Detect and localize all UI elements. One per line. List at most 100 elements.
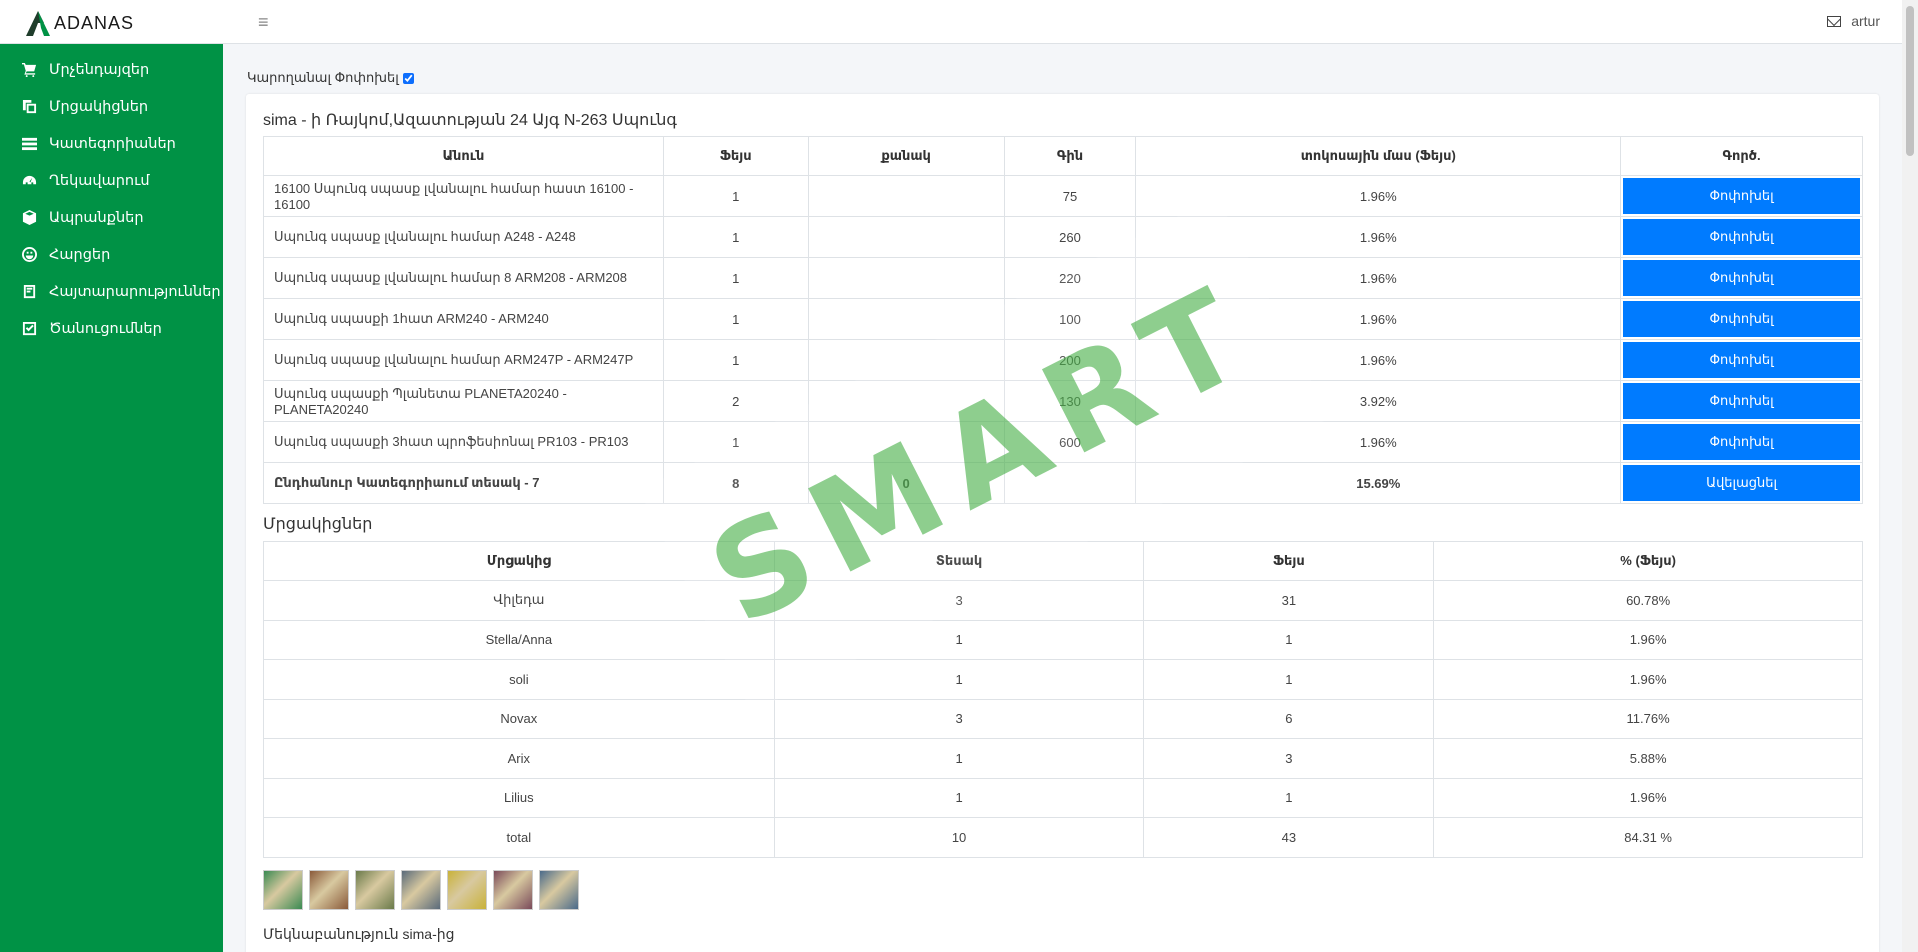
face-percent: 1.96% (1135, 298, 1622, 340)
face-percent: 1.96% (1135, 175, 1622, 217)
competitor-types: 1 (773, 659, 1145, 700)
scrollbar-thumb[interactable] (1906, 6, 1914, 156)
table-row: Սպունգ սպասքի 1հատ ARM240 - ARM240 1 100… (263, 298, 1863, 340)
store-title: sima - ի Ռայկոմ,Ազատության 24 Այգ N-263 … (263, 112, 677, 129)
price: 220 (1003, 257, 1137, 299)
price: 75 (1003, 175, 1137, 217)
quantity (807, 339, 1005, 381)
product-name: Սպունգ սպասք լվանալու համար A248 - A248 (263, 216, 664, 258)
photo-thumbnail[interactable] (263, 870, 303, 910)
competitor-percent: 5.88% (1433, 738, 1863, 779)
sidebar-item-label: Հարցեր (49, 246, 111, 263)
box-icon (22, 210, 37, 225)
competitor-name: Վիլեդա (263, 580, 775, 621)
sidebar-item-label: Ղեկավարում (49, 172, 150, 189)
price: 600 (1003, 421, 1137, 463)
photo-thumbnail[interactable] (401, 870, 441, 910)
face-count: 1 (662, 421, 809, 463)
edit-button[interactable]: Փոփոխել (1623, 383, 1860, 419)
competitor-name: Stella/Anna (263, 619, 775, 660)
competitor-face: 6 (1143, 698, 1435, 739)
face-percent: 1.96% (1135, 216, 1622, 258)
edit-button[interactable]: Փոփոխել (1623, 424, 1860, 460)
competitor-face: 31 (1143, 580, 1435, 621)
product-name: Սպունգ սպասք լվանալու համար ARM247P - AR… (263, 339, 664, 381)
sidebar-item-label: Ապրանքներ (49, 209, 144, 226)
total-price (1003, 462, 1137, 504)
sidebar-item-management[interactable]: Ղեկավարում (0, 162, 223, 199)
user-name[interactable]: artur (1851, 13, 1880, 29)
envelope-icon[interactable] (1827, 15, 1842, 27)
price: 200 (1003, 339, 1137, 381)
product-name: Սպունգ սպասքի 3հատ պրոֆեսիոնալ PR103 - P… (263, 421, 664, 463)
table-row: soli 1 1 1.96% (263, 659, 1863, 700)
column-header: Գին (1003, 136, 1137, 176)
quantity (807, 216, 1005, 258)
logo[interactable]: ADANAS (24, 8, 224, 38)
sidebar-item-questions[interactable]: Հարցեր (0, 236, 223, 273)
competitor-types: 3 (773, 698, 1145, 739)
add-button[interactable]: Ավելացնել (1623, 465, 1860, 501)
competitor-face: 43 (1143, 817, 1435, 858)
edit-toggle: Կարողանալ Փոփոխել (247, 70, 414, 86)
price: 130 (1003, 380, 1137, 422)
face-count: 1 (662, 257, 809, 299)
table-row: Novax 3 6 11.76% (263, 698, 1863, 739)
action-cell: Փոփոխել (1620, 380, 1863, 422)
logo-mark-icon (26, 11, 50, 36)
competitor-face: 1 (1143, 659, 1435, 700)
competitor-percent: 60.78% (1433, 580, 1863, 621)
sidebar-item-notifications[interactable]: Ծանուցումներ (0, 310, 223, 347)
face-percent: 1.96% (1135, 421, 1622, 463)
dashboard-icon (22, 173, 37, 188)
table-total-row: Ընդհանուր Կատեգորիաում տեսակ - 7 8 0 15.… (263, 462, 1863, 504)
check-square-icon (22, 321, 37, 336)
sidebar-item-competitors[interactable]: Մրցակիցներ (0, 88, 223, 125)
list-icon (22, 136, 37, 151)
main-card: sima - ի Ռայկոմ,Ազատության 24 Այգ N-263 … (246, 94, 1879, 952)
price: 260 (1003, 216, 1137, 258)
quantity (807, 298, 1005, 340)
sidebar-item-announcements[interactable]: Հայտարարություններ (0, 273, 223, 310)
edit-button[interactable]: Փոփոխել (1623, 301, 1860, 337)
total-percent: 15.69% (1135, 462, 1622, 504)
competitor-percent: 1.96% (1433, 619, 1863, 660)
sidebar-item-label: Ծանուցումներ (49, 320, 162, 337)
table-row: Սպունգ սպասք լվանալու համար A248 - A248 … (263, 216, 1863, 258)
competitors-table: Մրցակից Տեսակ Ֆեյս % (Ֆեյս) Վիլեդա 3 31 … (263, 541, 1863, 858)
competitor-types: 10 (773, 817, 1145, 858)
competitor-name: soli (263, 659, 775, 700)
photo-thumbnail[interactable] (539, 870, 579, 910)
competitor-face: 1 (1143, 777, 1435, 818)
competitors-title: Մրցակիցներ (263, 516, 373, 533)
table-total-row: total 10 43 84.31 % (263, 817, 1863, 858)
photo-thumbnail[interactable] (309, 870, 349, 910)
sidebar-item-merchandiser[interactable]: Մրչենդայզեր (0, 51, 223, 88)
total-label: Ընդհանուր Կատեգորիաում տեսակ - 7 (263, 462, 664, 504)
photo-thumbnail[interactable] (447, 870, 487, 910)
total-quantity: 0 (807, 462, 1005, 504)
face-percent: 1.96% (1135, 257, 1622, 299)
photo-thumbnail[interactable] (355, 870, 395, 910)
sidebar-item-categories[interactable]: Կատեգորիաներ (0, 125, 223, 162)
sidebar-item-label: Հայտարարություններ (49, 283, 221, 300)
user-menu[interactable]: artur (1827, 13, 1880, 29)
product-name: Սպունգ սպասքի Պլանետա PLANETA20240 - PLA… (263, 380, 664, 422)
sidebar-item-products[interactable]: Ապրանքներ (0, 199, 223, 236)
face-count: 1 (662, 298, 809, 340)
face-percent: 1.96% (1135, 339, 1622, 381)
edit-button[interactable]: Փոփոխել (1623, 219, 1860, 255)
edit-button[interactable]: Փոփոխել (1623, 342, 1860, 378)
competitor-types: 1 (773, 738, 1145, 779)
hamburger-menu-icon[interactable]: ≡ (258, 12, 269, 33)
edit-toggle-checkbox[interactable] (402, 72, 414, 84)
table-row: Սպունգ սպասքի Պլանետա PLANETA20240 - PLA… (263, 380, 1863, 422)
product-name: Սպունգ սպասքի 1հատ ARM240 - ARM240 (263, 298, 664, 340)
edit-button[interactable]: Փոփոխել (1623, 260, 1860, 296)
page-scrollbar[interactable] (1902, 0, 1918, 952)
quantity (807, 257, 1005, 299)
edit-button[interactable]: Փոփոխել (1623, 178, 1860, 214)
photo-thumbnail[interactable] (493, 870, 533, 910)
table-row: 16100 Սպունգ սպասք լվանալու համար հաստ 1… (263, 175, 1863, 217)
action-cell: Փոփոխել (1620, 339, 1863, 381)
